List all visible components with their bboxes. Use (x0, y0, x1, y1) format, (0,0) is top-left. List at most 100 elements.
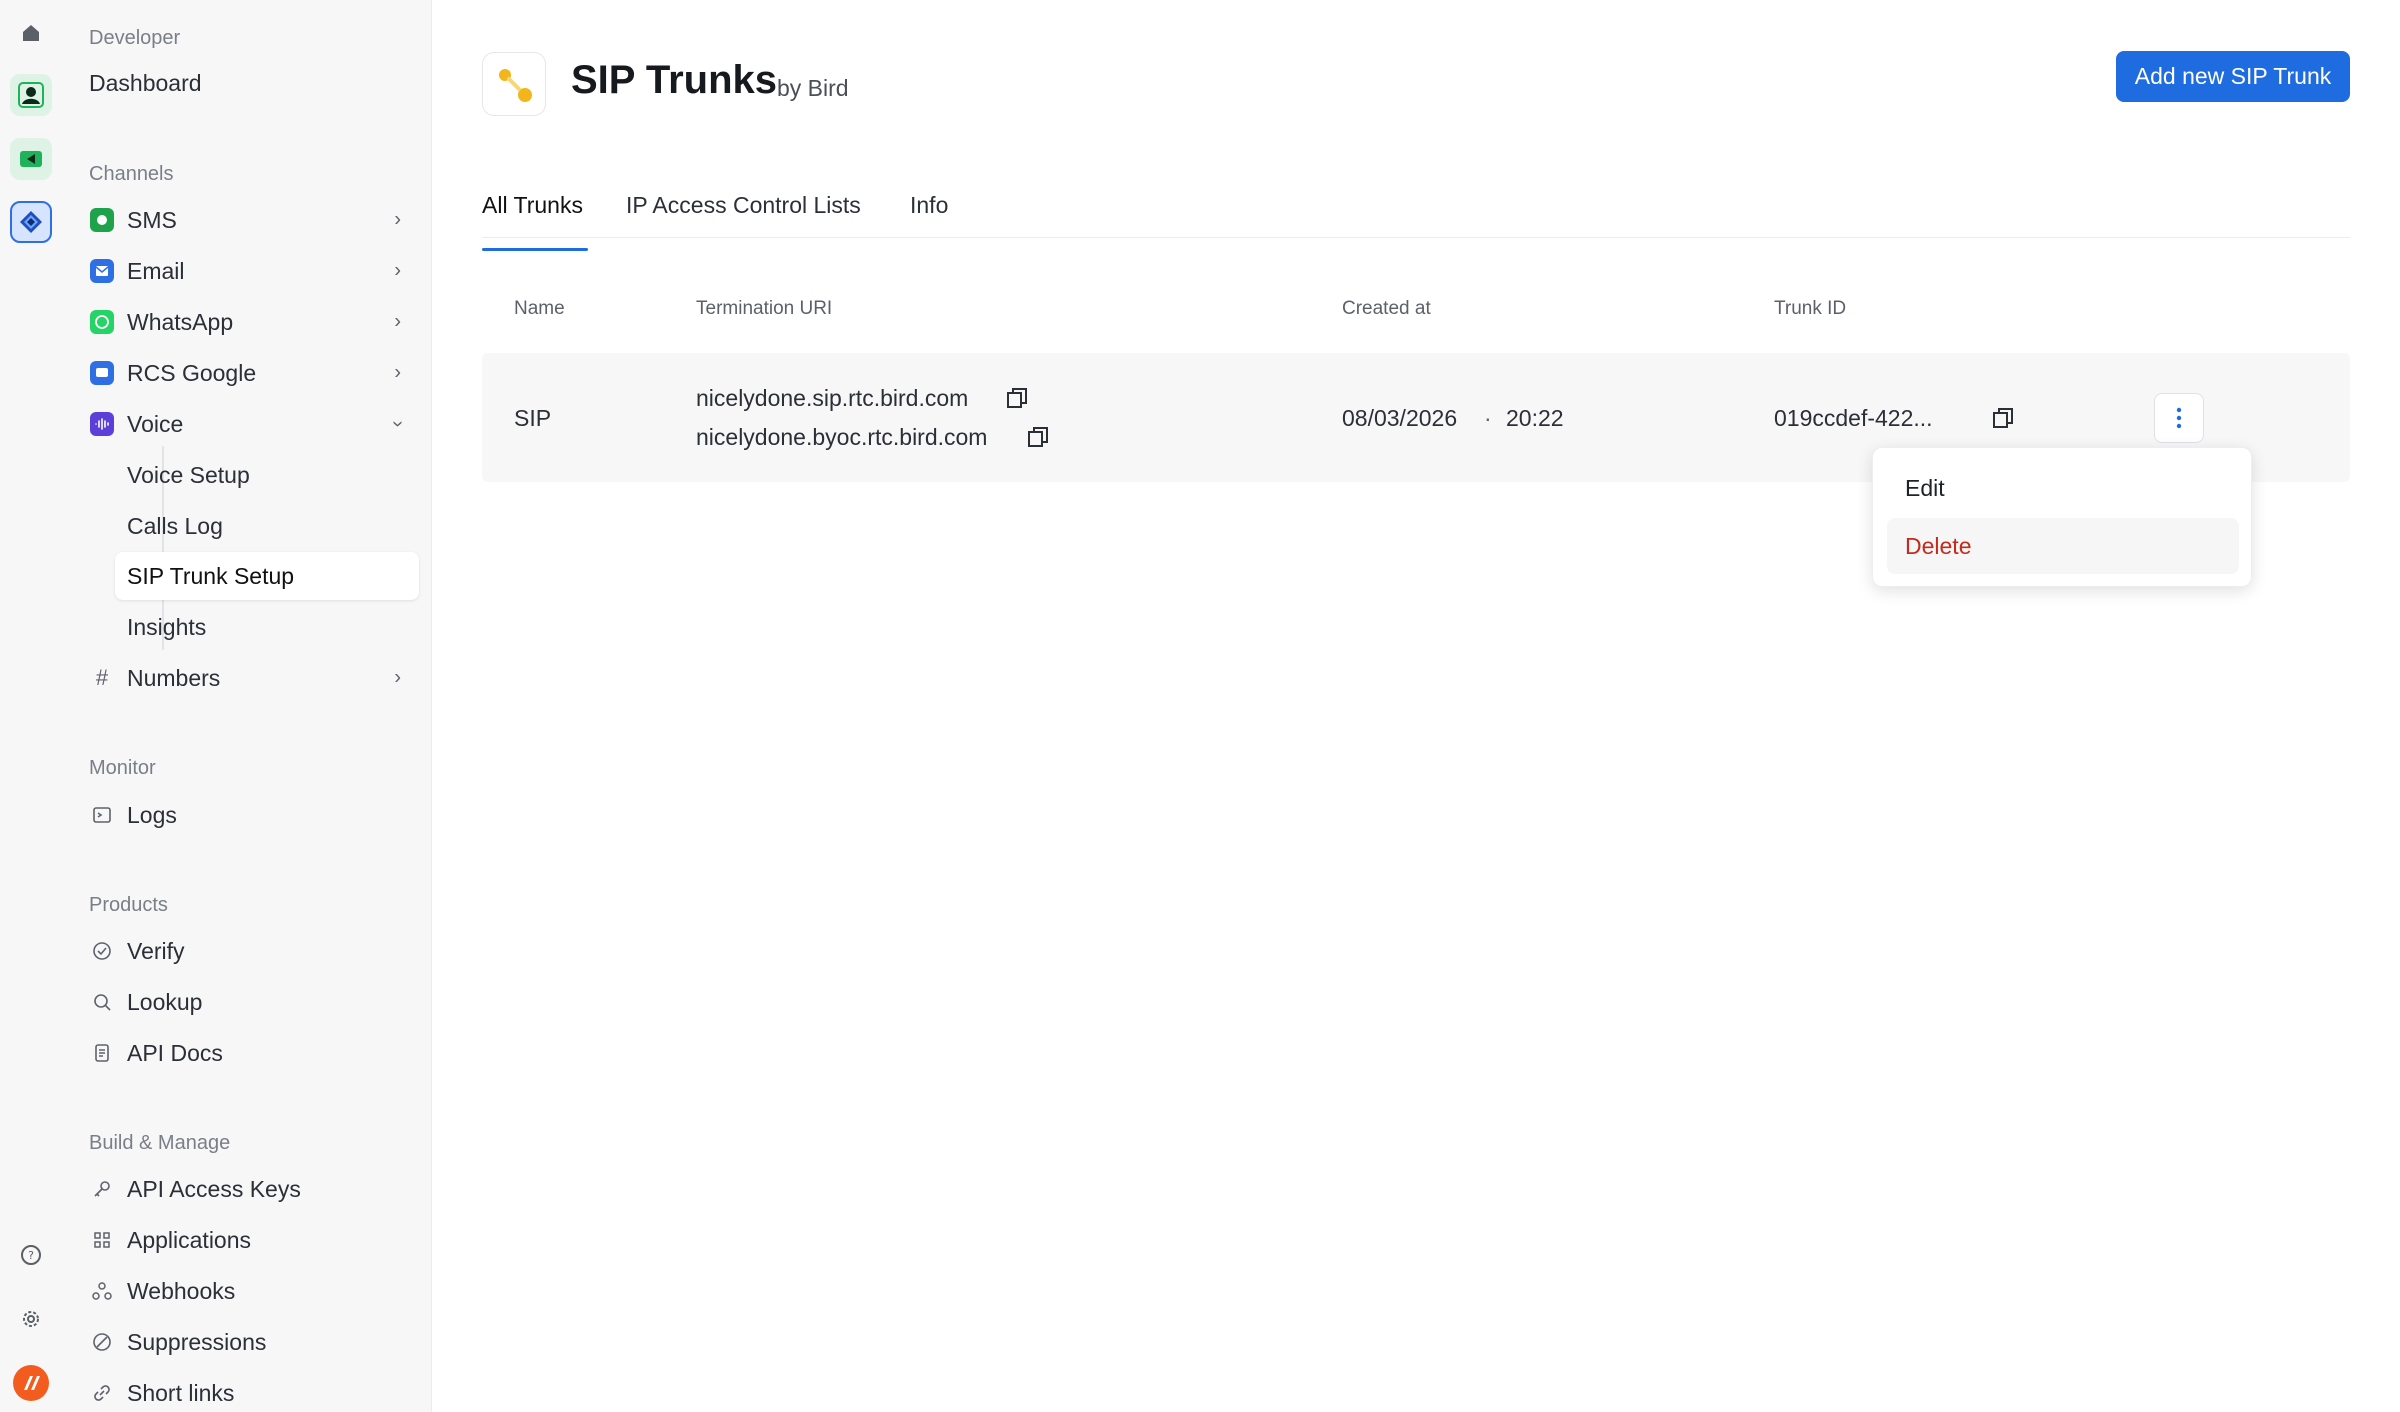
sidebar-item-api-access-keys[interactable]: API Access Keys (89, 1165, 419, 1213)
sidebar-item-label: Numbers (127, 664, 221, 691)
sidebar-item-logs[interactable]: Logs (89, 791, 419, 839)
column-header-termination-uri: Termination URI (696, 298, 833, 319)
cell-uri-primary: nicelydone.sip.rtc.bird.com (696, 385, 969, 411)
key-icon (89, 1176, 115, 1202)
sms-icon (89, 207, 115, 233)
grid-icon (89, 1227, 115, 1253)
cell-uri-secondary: nicelydone.byoc.rtc.bird.com (696, 424, 988, 450)
sidebar-item-suppressions[interactable]: Suppressions (89, 1318, 419, 1366)
table-header: Name Termination URI Created at Trunk ID (482, 290, 2350, 330)
tab-label: All Trunks (482, 192, 583, 218)
email-icon (89, 258, 115, 284)
tab-info[interactable]: Info (910, 192, 948, 238)
main-content: SIP Trunks by Bird Add new SIP Trunk All… (432, 0, 2400, 1412)
sidebar-item-numbers[interactable]: # Numbers › (89, 654, 419, 702)
sidebar-item-label: Logs (127, 801, 177, 828)
chevron-right-icon: › (394, 310, 401, 333)
document-icon (89, 1040, 115, 1066)
sidebar-item-applications[interactable]: Applications (89, 1216, 419, 1264)
sidebar-item-label: Lookup (127, 988, 203, 1015)
section-title-monitor: Monitor (89, 757, 156, 779)
tab-all-trunks[interactable]: All Trunks (482, 192, 588, 251)
column-header-created-at: Created at (1342, 298, 1431, 319)
section-title-developer: Developer (89, 27, 181, 49)
sidebar: Developer Dashboard Channels SMS › Email… (62, 0, 432, 1412)
settings-icon[interactable] (10, 1298, 52, 1340)
video-icon[interactable] (10, 138, 52, 180)
add-sip-trunk-button[interactable]: Add new SIP Trunk (2116, 51, 2350, 102)
sidebar-item-short-links[interactable]: Short links (89, 1369, 419, 1412)
account-icon[interactable] (10, 1362, 52, 1404)
sidebar-item-label: Email (127, 257, 185, 284)
sidebar-item-sms[interactable]: SMS › (89, 196, 419, 244)
section-title-products: Products (89, 894, 168, 916)
page-subtitle: by Bird (777, 75, 849, 101)
sidebar-item-api-docs[interactable]: API Docs (89, 1029, 419, 1077)
sidebar-item-label: SMS (127, 206, 177, 233)
sidebar-item-label: Short links (127, 1379, 235, 1406)
sidebar-item-label: Dashboard (89, 69, 202, 96)
sidebar-item-label: API Docs (127, 1039, 223, 1066)
home-icon[interactable] (10, 12, 52, 54)
dot-separator: · (1484, 405, 1492, 431)
copy-icon[interactable] (1991, 406, 2015, 430)
terminal-icon (89, 802, 115, 828)
sidebar-item-label: WhatsApp (127, 308, 234, 335)
row-actions-menu: Edit Delete (1872, 447, 2252, 587)
section-title-channels: Channels (89, 163, 174, 185)
column-header-name: Name (514, 298, 565, 319)
search-icon (89, 989, 115, 1015)
sidebar-item-label: Voice (127, 410, 184, 437)
more-vertical-icon (2176, 407, 2182, 429)
cell-created-date: 08/03/2026 (1342, 405, 1458, 431)
sip-trunks-logo (482, 52, 546, 116)
sidebar-item-dashboard[interactable]: Dashboard (89, 59, 419, 107)
contacts-icon[interactable] (10, 74, 52, 116)
cell-created-time: 20:22 (1506, 405, 1564, 431)
menu-item-edit[interactable]: Edit (1887, 460, 2239, 516)
sidebar-item-voice-setup[interactable]: Voice Setup (115, 451, 419, 499)
cell-trunk-id: 019ccdef-422... (1774, 405, 1933, 431)
whatsapp-icon (89, 309, 115, 335)
chevron-right-icon: › (394, 259, 401, 282)
row-actions-button[interactable] (2154, 393, 2204, 443)
sidebar-item-sip-trunk-setup[interactable]: SIP Trunk Setup (115, 552, 419, 600)
help-icon[interactable]: ? (10, 1234, 52, 1276)
chevron-right-icon: › (394, 208, 401, 231)
webhook-icon (89, 1278, 115, 1304)
sidebar-item-verify[interactable]: Verify (89, 927, 419, 975)
check-circle-icon (89, 938, 115, 964)
tab-ip-access-control-lists[interactable]: IP Access Control Lists (626, 192, 861, 238)
rcs-icon (89, 360, 115, 386)
sidebar-item-label: RCS Google (127, 359, 257, 386)
sidebar-item-insights[interactable]: Insights (115, 603, 419, 651)
tab-active-indicator (482, 248, 588, 251)
sidebar-item-label: Applications (127, 1226, 252, 1253)
svg-text:?: ? (28, 1249, 34, 1262)
sidebar-item-email[interactable]: Email › (89, 247, 419, 295)
sidebar-item-whatsapp[interactable]: WhatsApp › (89, 298, 419, 346)
section-title-build-manage: Build & Manage (89, 1132, 231, 1154)
sidebar-item-lookup[interactable]: Lookup (89, 978, 419, 1026)
page-title: SIP Trunks (571, 58, 778, 102)
sidebar-item-calls-log[interactable]: Calls Log (115, 502, 419, 550)
copy-icon[interactable] (1005, 386, 1029, 410)
block-icon (89, 1329, 115, 1355)
developer-icon[interactable] (10, 201, 52, 243)
app-rail: ? (0, 0, 62, 1412)
sidebar-item-label: Webhooks (127, 1277, 236, 1304)
chevron-right-icon: › (394, 666, 401, 689)
cell-name: SIP (514, 405, 552, 431)
sidebar-item-voice[interactable]: Voice › (89, 400, 419, 448)
link-icon (89, 1380, 115, 1406)
sidebar-item-label: API Access Keys (127, 1175, 301, 1202)
hash-icon: # (95, 665, 109, 690)
sidebar-item-label: Verify (127, 937, 185, 964)
voice-icon (89, 411, 115, 437)
menu-item-delete[interactable]: Delete (1887, 518, 2239, 574)
chevron-down-icon: › (387, 420, 410, 428)
copy-icon[interactable] (1026, 425, 1050, 449)
sidebar-item-label: Suppressions (127, 1328, 267, 1355)
sidebar-item-rcs-google[interactable]: RCS Google › (89, 349, 419, 397)
sidebar-item-webhooks[interactable]: Webhooks (89, 1267, 419, 1315)
